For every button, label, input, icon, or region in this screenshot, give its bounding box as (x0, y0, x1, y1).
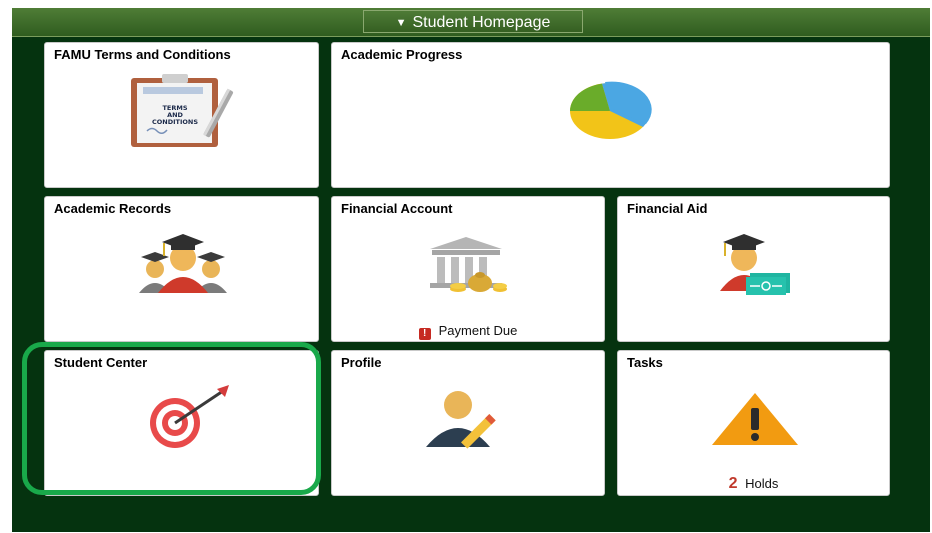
payment-due-status: ! Payment Due (332, 323, 604, 340)
warning-icon (712, 393, 798, 445)
tile-financial-aid[interactable]: Financial Aid (617, 196, 890, 342)
tile-label: Tasks (627, 355, 663, 370)
graduates-icon (139, 234, 227, 293)
homepage-title: Student Homepage (412, 14, 551, 31)
profile-icon (426, 391, 496, 449)
homepage-selector[interactable]: ▼ Student Homepage (363, 10, 583, 33)
tile-terms-and-conditions[interactable]: FAMU Terms and Conditions TERMS AND COND… (44, 42, 319, 188)
tile-profile[interactable]: Profile (331, 350, 605, 496)
tile-tasks[interactable]: Tasks 2 Holds (617, 350, 890, 496)
pie-chart-icon (570, 81, 652, 139)
holds-count: 2 (728, 475, 738, 492)
holds-label: Holds (745, 476, 779, 491)
tile-label: Academic Progress (341, 47, 463, 62)
target-icon (150, 385, 229, 448)
tile-label: Financial Aid (627, 201, 708, 216)
doc-line-3: CONDITIONS (152, 118, 198, 126)
tile-academic-records[interactable]: Academic Records (44, 196, 319, 342)
tile-label: FAMU Terms and Conditions (54, 47, 231, 62)
tile-financial-account[interactable]: Financial Account ! Payment Due (331, 196, 605, 342)
top-banner: ▼ Student Homepage (12, 8, 930, 37)
terms-clipboard-icon: TERMS AND CONDITIONS (131, 74, 234, 147)
caret-down-icon: ▼ (395, 17, 407, 29)
bank-icon (430, 237, 507, 292)
tile-label: Academic Records (54, 201, 172, 216)
financial-aid-icon (720, 234, 790, 295)
tile-label: Financial Account (341, 201, 453, 216)
alert-icon: ! (418, 328, 431, 340)
payment-due-text: Payment Due (438, 323, 518, 338)
tile-label: Student Center (54, 355, 148, 370)
tile-academic-progress[interactable]: Academic Progress (331, 42, 890, 188)
tile-label: Profile (341, 355, 382, 370)
holds-status: 2 Holds (618, 475, 889, 493)
tile-student-center[interactable]: Student Center (44, 350, 319, 496)
